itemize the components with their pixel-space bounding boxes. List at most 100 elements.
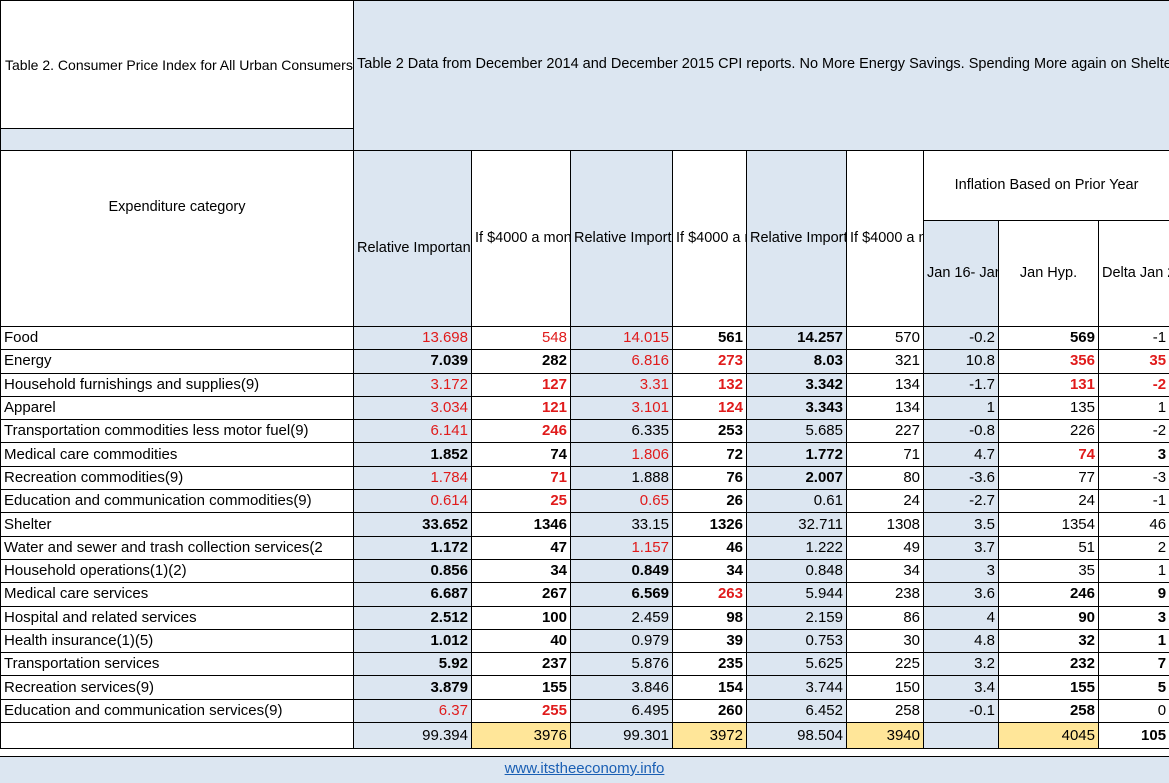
cell-spend-2016: 263 [673, 583, 747, 606]
cell-spend-2016: 72 [673, 443, 747, 466]
cell-delta: 7 [1099, 653, 1169, 676]
total-spend-2014: 3940 [847, 723, 924, 749]
row-category: Hospital and related services [1, 606, 354, 629]
table-row: Education and communication commodities(… [1, 490, 1169, 513]
cell-delta: 46 [1099, 513, 1169, 536]
cell-jan-hyp: 24 [999, 490, 1099, 513]
cell-spend-2014: 225 [847, 653, 924, 676]
table-row: Medical care services6.6872676.5692635.9… [1, 583, 1169, 606]
total-rel-2016: 99.394 [354, 723, 472, 749]
cell-rel-2015a: 6.569 [571, 583, 673, 606]
cell-spend-2014: 80 [847, 466, 924, 489]
cell-jan-inflation: 3 [924, 559, 999, 582]
cell-jan-hyp: 135 [999, 396, 1099, 419]
cell-delta: 1 [1099, 396, 1169, 419]
cell-spend-2014: 227 [847, 420, 924, 443]
cell-rel-2015a: 1.888 [571, 466, 673, 489]
cell-rel-2016: 6.37 [354, 699, 472, 722]
table-row: Recreation commodities(9)1.784711.888762… [1, 466, 1169, 489]
header-spend-2016: If $4000 a month to Spend (2016) [673, 151, 747, 327]
header-jan-inflation: Jan 16- Jan 17 Inflation [924, 221, 999, 327]
cell-rel-2015b: 5.944 [747, 583, 847, 606]
cell-rel-2015a: 6.335 [571, 420, 673, 443]
row-category: Water and sewer and trash collection ser… [1, 536, 354, 559]
cell-rel-2015a: 0.979 [571, 629, 673, 652]
cell-delta: 3 [1099, 606, 1169, 629]
cell-rel-2015a: 2.459 [571, 606, 673, 629]
header-jan-hyp: Jan Hyp. [999, 221, 1099, 327]
cell-spend-2014: 86 [847, 606, 924, 629]
table-row: Education and communication services(9)6… [1, 699, 1169, 722]
cell-rel-2015b: 5.685 [747, 420, 847, 443]
cell-jan-hyp: 258 [999, 699, 1099, 722]
cell-rel-2016: 5.92 [354, 653, 472, 676]
cell-jan-hyp: 232 [999, 653, 1099, 676]
cell-spend-2016: 34 [673, 559, 747, 582]
cell-rel-2016: 3.879 [354, 676, 472, 699]
cell-jan-hyp: 51 [999, 536, 1099, 559]
cell-spend-2017: 25 [472, 490, 571, 513]
cell-delta: -3 [1099, 466, 1169, 489]
row-category: Recreation services(9) [1, 676, 354, 699]
cell-delta: 2 [1099, 536, 1169, 559]
cell-rel-2015b: 0.848 [747, 559, 847, 582]
cell-jan-inflation: -2.7 [924, 490, 999, 513]
row-category: Medical care commodities [1, 443, 354, 466]
table-row: Transportation services5.922375.8762355.… [1, 653, 1169, 676]
cell-jan-inflation: -0.2 [924, 327, 999, 350]
cell-rel-2015b: 0.61 [747, 490, 847, 513]
row-category: Transportation commodities less motor fu… [1, 420, 354, 443]
cell-spend-2017: 155 [472, 676, 571, 699]
cell-rel-2016: 6.687 [354, 583, 472, 606]
cell-rel-2015a: 5.876 [571, 653, 673, 676]
row-category: Transportation services [1, 653, 354, 676]
header-inflation-group: Inflation Based on Prior Year [924, 151, 1169, 221]
cell-spend-2017: 267 [472, 583, 571, 606]
cell-rel-2015a: 1.806 [571, 443, 673, 466]
cell-rel-2015a: 6.816 [571, 350, 673, 373]
cell-spend-2016: 1326 [673, 513, 747, 536]
cell-spend-2017: 71 [472, 466, 571, 489]
cell-rel-2016: 33.652 [354, 513, 472, 536]
table-row: Hospital and related services2.5121002.4… [1, 606, 1169, 629]
table-row: Transportation commodities less motor fu… [1, 420, 1169, 443]
cell-jan-hyp: 1354 [999, 513, 1099, 536]
row-category: Energy [1, 350, 354, 373]
cell-rel-2015a: 3.101 [571, 396, 673, 419]
cell-jan-hyp: 74 [999, 443, 1099, 466]
table-row: Apparel3.0341213.1011243.34313411351 [1, 396, 1169, 419]
cell-spend-2016: 235 [673, 653, 747, 676]
cell-jan-hyp: 246 [999, 583, 1099, 606]
table-title: Table 2. Consumer Price Index for All Ur… [1, 1, 354, 129]
cell-spend-2016: 39 [673, 629, 747, 652]
cell-spend-2016: 46 [673, 536, 747, 559]
cell-rel-2015b: 3.342 [747, 373, 847, 396]
cell-rel-2015a: 1.157 [571, 536, 673, 559]
table-row: Health insurance(1)(5)1.012400.979390.75… [1, 629, 1169, 652]
cell-jan-hyp: 155 [999, 676, 1099, 699]
totals-row: 99.394 3976 99.301 3972 98.504 3940 4045… [1, 723, 1169, 749]
footer-link[interactable]: www.itstheeconomy.info [0, 760, 1169, 777]
cell-spend-2016: 273 [673, 350, 747, 373]
cell-rel-2016: 6.141 [354, 420, 472, 443]
table-row: Household furnishings and supplies(9)3.1… [1, 373, 1169, 396]
header-spend-2014: If $4000 a month to Spend (2014) [847, 151, 924, 327]
row-category: Household furnishings and supplies(9) [1, 373, 354, 396]
cell-rel-2016: 1.172 [354, 536, 472, 559]
row-category: Education and communication commodities(… [1, 490, 354, 513]
cell-rel-2016: 1.852 [354, 443, 472, 466]
table-body: Food13.69854814.01556114.257570-0.2569-1… [1, 327, 1169, 723]
cell-spend-2017: 1346 [472, 513, 571, 536]
total-rel-2015a: 99.301 [571, 723, 673, 749]
cell-spend-2014: 71 [847, 443, 924, 466]
cell-rel-2015b: 6.452 [747, 699, 847, 722]
cell-spend-2014: 30 [847, 629, 924, 652]
cell-delta: 1 [1099, 559, 1169, 582]
row-category: Household operations(1)(2) [1, 559, 354, 582]
cell-rel-2015b: 0.753 [747, 629, 847, 652]
cell-rel-2015b: 2.007 [747, 466, 847, 489]
cell-rel-2016: 1.012 [354, 629, 472, 652]
cpi-table: Table 2. Consumer Price Index for All Ur… [0, 0, 1169, 749]
cell-spend-2017: 34 [472, 559, 571, 582]
cell-spend-2014: 1308 [847, 513, 924, 536]
